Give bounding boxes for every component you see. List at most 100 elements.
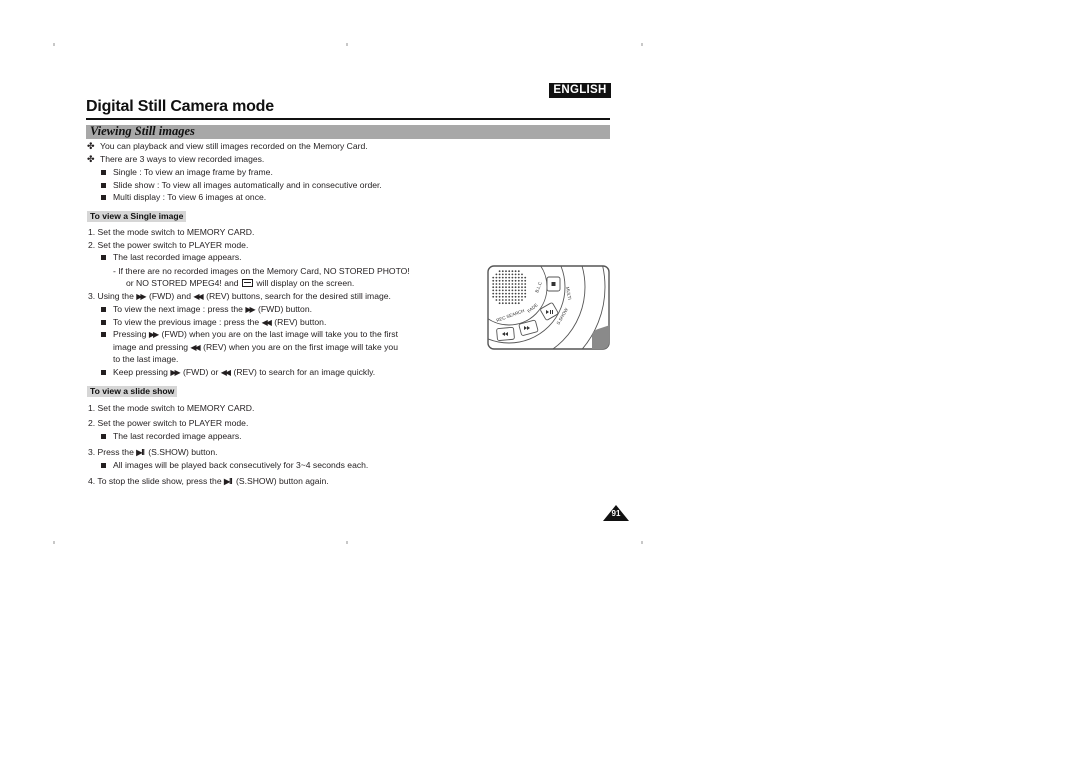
camcorder-buttons-illustration: B.L.C MULTI S.SHOW REC SEARCH FADE xyxy=(487,265,610,350)
step-note: To view the previous image : press the ◀… xyxy=(113,317,326,328)
grille-dot xyxy=(514,283,517,285)
grille-dot xyxy=(514,302,517,305)
grille-dot xyxy=(521,276,523,279)
grille-dot xyxy=(501,302,504,305)
section-header: Viewing Still images xyxy=(86,124,610,139)
grille-dot xyxy=(514,295,517,298)
grille-dot xyxy=(517,289,520,292)
grille-dot xyxy=(521,273,523,276)
grille-dot xyxy=(495,273,498,276)
grille-dot xyxy=(514,299,517,301)
grille-dot xyxy=(508,276,511,279)
grille-dot xyxy=(511,279,514,282)
grille-dot xyxy=(508,292,511,295)
grille-dot xyxy=(524,292,527,295)
grille-dot xyxy=(492,279,495,282)
step-note: The last recorded image appears. xyxy=(113,252,242,262)
grille-dot xyxy=(498,302,501,305)
rev-icon: ◀◀ xyxy=(261,318,272,327)
step-note-cont: to the last image. xyxy=(113,354,179,364)
grille-dot xyxy=(498,292,501,295)
grille-dot xyxy=(514,292,517,295)
grille-dot xyxy=(495,295,498,298)
grille-dot xyxy=(521,279,523,282)
grille-dot xyxy=(508,286,511,289)
grille-dot xyxy=(505,295,507,298)
grille-dot xyxy=(498,276,501,279)
grille-dot xyxy=(508,302,511,305)
note-text: (FWD) button. xyxy=(258,304,312,314)
square-bullet-icon xyxy=(101,434,106,439)
grille-dot xyxy=(495,279,498,282)
grille-dot xyxy=(501,273,504,276)
step-note: To view the next image : press the ▶▶ (F… xyxy=(113,304,312,315)
grille-dot xyxy=(501,289,504,292)
grille-dot xyxy=(505,289,507,292)
step-note-cont: image and pressing ◀◀ (REV) when you are… xyxy=(113,342,398,353)
subheading-single-image: To view a Single image xyxy=(87,211,187,222)
fwd-icon: ▶▶ xyxy=(136,292,146,301)
grille-dot xyxy=(511,295,514,298)
crop-mark xyxy=(346,43,348,46)
square-bullet-icon xyxy=(101,170,106,175)
grille-dot xyxy=(492,292,495,295)
grille-dot xyxy=(495,283,498,285)
grille-dot xyxy=(495,289,498,292)
grille-dot xyxy=(508,289,511,292)
step-note: Pressing ▶▶ (FWD) when you are on the la… xyxy=(113,329,398,340)
grille-dot xyxy=(521,292,523,295)
grille-dot xyxy=(505,302,507,305)
step: 1. Set the mode switch to MEMORY CARD. xyxy=(88,227,255,237)
step-text: (REV) buttons, search for the desired st… xyxy=(206,291,391,301)
step-text: (S.SHOW) button. xyxy=(148,447,218,457)
grille-dot xyxy=(524,276,527,279)
grille-dot xyxy=(505,270,507,273)
subnote-text: will display on the screen. xyxy=(256,278,355,288)
step-text: 4. To stop the slide show, press the xyxy=(88,476,222,486)
step-subnote: or NO STORED MPEG4! and will display on … xyxy=(126,278,354,289)
rev-icon: ◀◀ xyxy=(220,368,231,377)
fwd-icon: ▶▶ xyxy=(245,305,255,314)
grille-dot xyxy=(508,299,511,301)
grille-dot xyxy=(517,295,520,298)
play-pause-icon: ▶II xyxy=(136,448,145,457)
intro-bullet: You can playback and view still images r… xyxy=(100,141,368,151)
crop-mark xyxy=(53,43,55,46)
square-bullet-icon xyxy=(101,370,106,375)
rev-icon: ◀◀ xyxy=(193,292,203,301)
page-title: Digital Still Camera mode xyxy=(86,98,274,115)
grille-dot xyxy=(492,283,495,285)
grille-dot xyxy=(505,276,507,279)
grille-dot xyxy=(501,279,504,282)
cross-bullet-icon: ✤ xyxy=(87,141,95,151)
grille-dot xyxy=(521,295,523,298)
grille-dot xyxy=(524,279,527,282)
step: 2. Set the power switch to PLAYER mode. xyxy=(88,240,249,250)
note-text: (FWD) or xyxy=(183,367,219,377)
grille-dot xyxy=(508,273,511,276)
grille-dot xyxy=(521,299,523,301)
grille-dot xyxy=(508,295,511,298)
note-text: image and pressing xyxy=(113,342,189,352)
grille-dot xyxy=(511,302,514,305)
grille-dot xyxy=(498,289,501,292)
grille-dot xyxy=(505,283,507,285)
square-bullet-icon xyxy=(101,183,106,188)
crop-mark xyxy=(53,541,55,544)
grille-dot xyxy=(498,273,501,276)
note-text: Keep pressing xyxy=(113,367,168,377)
grille-dot xyxy=(511,283,514,285)
play-pause-icon: ▶II xyxy=(224,477,233,486)
grille-dot xyxy=(492,295,495,298)
grille-dot xyxy=(492,286,495,289)
grille-dot xyxy=(517,302,520,305)
step: 1. Set the mode switch to MEMORY CARD. xyxy=(88,403,255,413)
view-mode-item: Single : To view an image frame by frame… xyxy=(113,167,273,177)
grille-dot xyxy=(521,283,523,285)
grille-dot xyxy=(505,292,507,295)
step: 3. Press the ▶II (S.SHOW) button. xyxy=(88,447,218,458)
grille-dot xyxy=(508,279,511,282)
step-note: The last recorded image appears. xyxy=(113,431,242,441)
grille-dot xyxy=(498,283,501,285)
step-subnote: - If there are no recorded images on the… xyxy=(113,266,410,276)
